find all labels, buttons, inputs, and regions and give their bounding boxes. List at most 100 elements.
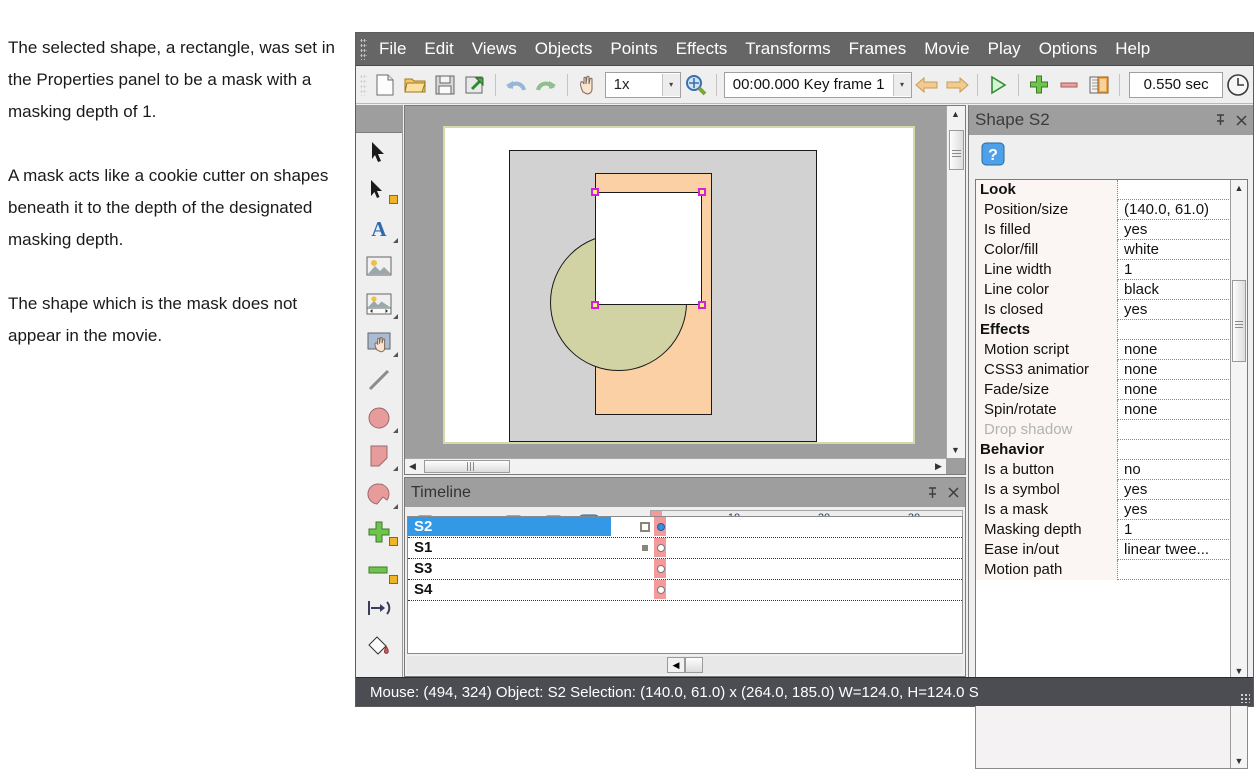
- save-disk-button[interactable]: [431, 70, 459, 100]
- scroll-up-arrow-icon[interactable]: ▲: [947, 106, 964, 122]
- help-button-properties[interactable]: ?: [977, 139, 1009, 169]
- image-tool[interactable]: [356, 247, 402, 285]
- timeline-track-s1[interactable]: S1: [408, 538, 962, 559]
- polygon-tool[interactable]: [356, 475, 402, 513]
- keyframe-dot-s4[interactable]: [657, 586, 665, 594]
- menu-options[interactable]: Options: [1030, 37, 1107, 61]
- timeline-scroll-left-arrow-icon[interactable]: ◀: [667, 657, 685, 673]
- fill-bucket-tool[interactable]: [356, 627, 402, 665]
- canvas-hscroll-thumb[interactable]: [424, 460, 510, 473]
- chevron-down-icon[interactable]: ▾: [661, 73, 680, 96]
- pan-hand-button[interactable]: [573, 70, 601, 100]
- remove-point-tool[interactable]: [356, 551, 402, 589]
- new-document-button[interactable]: [371, 70, 399, 100]
- add-frame-button[interactable]: [1025, 70, 1053, 100]
- menu-views[interactable]: Views: [463, 37, 526, 61]
- selection-handle-top-left[interactable]: [591, 188, 599, 196]
- property-row-is-filled[interactable]: Is filled yes: [976, 219, 1247, 240]
- keyframe-time-select[interactable]: 00:00.000 Key frame 1 ▾: [723, 71, 912, 98]
- point-select-tool[interactable]: [356, 171, 402, 209]
- close-icon[interactable]: [948, 487, 959, 498]
- selection-handle-top-right[interactable]: [698, 188, 706, 196]
- canvas-horizontal-scrollbar[interactable]: ◀ ▶: [405, 458, 946, 474]
- property-row-drop-shadow[interactable]: Drop shadow: [976, 419, 1247, 440]
- menu-transforms[interactable]: Transforms: [736, 37, 839, 61]
- canvas-pane[interactable]: ▲ ▼ ◀ ▶: [404, 105, 966, 475]
- symbol-marker-icon-s2[interactable]: [640, 522, 650, 532]
- menu-edit[interactable]: Edit: [415, 37, 462, 61]
- timeline-track-s3[interactable]: S3: [408, 559, 962, 580]
- next-frame-button[interactable]: [943, 70, 971, 100]
- canvas-vertical-scrollbar[interactable]: ▲ ▼: [946, 106, 965, 458]
- property-row-is-a-mask[interactable]: Is a mask yes: [976, 499, 1247, 520]
- canvas-vscroll-thumb[interactable]: [949, 130, 964, 170]
- properties-grid-scrollbar[interactable]: ▲ ▼: [1230, 180, 1247, 678]
- select-arrow-tool[interactable]: [356, 133, 402, 171]
- tween-tool[interactable]: [356, 589, 402, 627]
- previous-frame-button[interactable]: [913, 70, 941, 100]
- property-row-effects[interactable]: Effects: [976, 319, 1247, 340]
- property-row-behavior[interactable]: Behavior: [976, 439, 1247, 460]
- image-sequence-tool[interactable]: [356, 285, 402, 323]
- add-point-tool[interactable]: [356, 513, 402, 551]
- properties-grid[interactable]: Look Position/size (140.0, 61.0) Is fill…: [975, 179, 1248, 679]
- zoom-level-select[interactable]: 1x ▾: [604, 71, 681, 98]
- line-tool[interactable]: [356, 361, 402, 399]
- frame-duration-field[interactable]: 0.550 sec: [1129, 71, 1223, 98]
- menu-movie[interactable]: Movie: [915, 37, 978, 61]
- timeline-hscroll-thumb[interactable]: [685, 657, 703, 673]
- selection-handle-bottom-left[interactable]: [591, 301, 599, 309]
- scroll-right-arrow-icon[interactable]: ▶: [931, 459, 946, 474]
- shape-s2-selected-rect[interactable]: [591, 188, 706, 309]
- drag-hand-tool[interactable]: [356, 323, 402, 361]
- symbol-marker-icon-s1[interactable]: [642, 545, 648, 551]
- rectangle-tool[interactable]: [356, 437, 402, 475]
- property-row-masking-depth[interactable]: Masking depth 1: [976, 519, 1247, 540]
- menu-file[interactable]: File: [370, 37, 415, 61]
- export-button[interactable]: [461, 70, 489, 100]
- menu-help[interactable]: Help: [1106, 37, 1159, 61]
- redo-button[interactable]: [532, 70, 560, 100]
- property-row-look[interactable]: Look: [976, 180, 1247, 200]
- ellipse-tool[interactable]: [356, 399, 402, 437]
- toolbar-drag-grip[interactable]: [360, 73, 367, 96]
- property-row-is-a-symbol[interactable]: Is a symbol yes: [976, 479, 1247, 500]
- property-row-spin-rotate[interactable]: Spin/rotate none: [976, 399, 1247, 420]
- property-row-position-size[interactable]: Position/size (140.0, 61.0): [976, 199, 1247, 220]
- property-row-motion-script[interactable]: Motion script none: [976, 339, 1247, 360]
- keyframe-dot-s1[interactable]: [657, 544, 665, 552]
- properties-scroll-down-arrow-icon[interactable]: ▼: [1231, 663, 1247, 678]
- menu-play[interactable]: Play: [979, 37, 1030, 61]
- keyframe-dot-s3[interactable]: [657, 565, 665, 573]
- scroll-left-arrow-icon[interactable]: ◀: [405, 459, 420, 474]
- chevron-down-icon-time[interactable]: ▾: [892, 73, 911, 96]
- subpanel-scroll-down-arrow-icon[interactable]: ▼: [1231, 753, 1247, 768]
- property-row-ease-in-out[interactable]: Ease in/out linear twee...: [976, 539, 1247, 560]
- selection-handle-bottom-right[interactable]: [698, 301, 706, 309]
- resize-grip-icon[interactable]: [1240, 693, 1250, 703]
- clock-button[interactable]: [1224, 70, 1252, 100]
- pin-icon[interactable]: [927, 486, 938, 499]
- keyframe-dot-s2[interactable]: [657, 523, 665, 531]
- timeline-horizontal-scrollbar[interactable]: ◀: [407, 656, 963, 674]
- text-tool[interactable]: A: [356, 209, 402, 247]
- menu-frames[interactable]: Frames: [840, 37, 916, 61]
- property-row-line-width[interactable]: Line width 1: [976, 259, 1247, 280]
- properties-scroll-up-arrow-icon[interactable]: ▲: [1231, 180, 1247, 195]
- magnifier-button[interactable]: [682, 70, 710, 100]
- menu-drag-grip[interactable]: [360, 38, 367, 60]
- property-row-motion-path[interactable]: Motion path: [976, 559, 1247, 580]
- property-row-line-color[interactable]: Line color black: [976, 279, 1247, 300]
- remove-frame-button[interactable]: [1055, 70, 1083, 100]
- scroll-down-arrow-icon[interactable]: ▼: [947, 442, 964, 458]
- property-row-is-a-button[interactable]: Is a button no: [976, 459, 1247, 480]
- properties-scroll-thumb[interactable]: [1232, 280, 1246, 362]
- undo-button[interactable]: [502, 70, 530, 100]
- play-button[interactable]: [984, 70, 1012, 100]
- close-icon-properties[interactable]: [1236, 114, 1247, 126]
- property-row-fade-size[interactable]: Fade/size none: [976, 379, 1247, 400]
- property-row-color-fill[interactable]: Color/fill white: [976, 239, 1247, 260]
- menu-effects[interactable]: Effects: [667, 37, 737, 61]
- open-folder-button[interactable]: [401, 70, 429, 100]
- menu-points[interactable]: Points: [601, 37, 666, 61]
